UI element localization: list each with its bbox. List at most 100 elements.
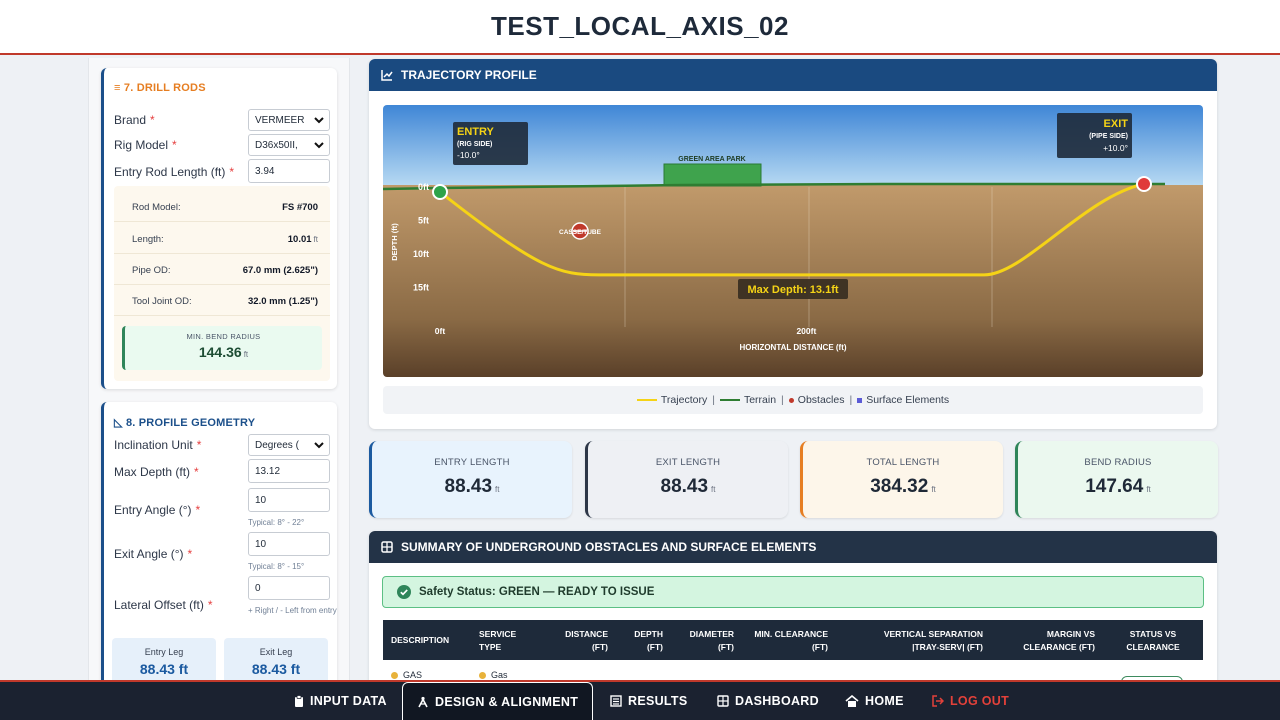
obstacle-label: CASSE/TUBE <box>559 229 602 236</box>
row-service-type: Gas <box>479 670 508 680</box>
entry-title: ENTRY <box>457 126 495 138</box>
drill-rods-card: ≡ 7. DRILL RODS Brand * VERMEER Rig Model… <box>101 68 337 389</box>
spec-row: Length: 10.01 ft <box>114 224 330 254</box>
entry-rod-length-label: Entry Rod Length (ft) * <box>114 165 235 179</box>
brand-select[interactable]: VERMEER <box>248 109 330 131</box>
col-vertical-separation: VERTICAL SEPARATION |TRAY-SERV| (FT) <box>883 629 983 652</box>
exit-angle-readout: +10.0° <box>1103 143 1128 153</box>
bend-radius-card: BEND RADIUS 147.64 ft <box>1015 441 1218 518</box>
obstacles-summary-card: SUMMARY OF UNDERGROUND OBSTACLES AND SUR… <box>369 531 1217 691</box>
legend-obstacles: Obstacles <box>788 394 844 406</box>
exit-angle-label: Exit Angle (°) * <box>114 547 193 561</box>
exit-leg-box: Exit Leg 88.43 ft <box>224 638 328 680</box>
entry-length-card: ENTRY LENGTH 88.43 ft <box>369 441 572 518</box>
list-icon: ≡ <box>114 82 121 94</box>
nav-logout[interactable]: LOG OUT <box>932 682 1009 720</box>
entry-subtitle: (RIG SIDE) <box>457 141 492 148</box>
ruler-icon: ◺ <box>114 417 123 429</box>
nav-dashboard[interactable]: DASHBOARD <box>717 682 819 720</box>
bottom-nav: INPUT DATA DESIGN & ALIGNMENT RESULTS DA… <box>0 680 1280 720</box>
chevron-down-icon <box>314 117 324 124</box>
safety-status-banner: Safety Status: GREEN — READY TO ISSUE <box>382 576 1204 608</box>
exit-angle-input[interactable]: 10 <box>248 532 330 556</box>
col-distance: DISTANCE (FT) <box>565 629 608 652</box>
drill-rods-title: ≡ 7. DRILL RODS <box>114 82 206 94</box>
x-axis-label: HORIZONTAL DISTANCE (ft) <box>739 343 846 352</box>
spec-row: Rod Model: FS #700 <box>114 192 330 222</box>
gas-dot-icon <box>479 671 486 679</box>
inclination-unit-label: Inclination Unit * <box>114 438 202 452</box>
surface-element-label: GREEN AREA PARK <box>678 156 745 163</box>
nav-home[interactable]: HOME <box>845 682 904 720</box>
y-tick-label: 15ft <box>413 283 429 293</box>
nav-input-data[interactable]: INPUT DATA <box>294 682 387 720</box>
col-diameter: DIAMETER (FT) <box>689 629 734 652</box>
entry-angle-hint: Typical: 8° - 22° <box>248 518 305 527</box>
surface-element-park <box>663 163 762 187</box>
entry-angle-input[interactable]: 10 <box>248 488 330 512</box>
rig-model-label: Rig Model * <box>114 138 177 152</box>
min-bend-radius-box: MIN. BEND RADIUS 144.36 ft <box>122 326 322 370</box>
legend-trajectory: Trajectory <box>636 394 707 406</box>
nav-results[interactable]: RESULTS <box>610 682 688 720</box>
col-depth: DEPTH (FT) <box>634 629 663 652</box>
trajectory-profile-card: TRAJECTORY PROFILE GREEN AREA PARK 0ft 5… <box>369 59 1217 429</box>
exit-point-marker[interactable] <box>1136 176 1152 192</box>
inclination-unit-select[interactable]: Degrees ( <box>248 434 330 456</box>
chevron-down-icon <box>314 142 324 149</box>
rig-model-select[interactable]: D36x50II, <box>248 134 330 156</box>
input-sidebar: ≡ 7. DRILL RODS Brand * VERMEER Rig Model… <box>88 58 350 680</box>
check-circle-icon <box>397 585 411 599</box>
trajectory-chart: GREEN AREA PARK 0ft 5ft 10ft 15ft 0ft 200ft … <box>383 105 1203 377</box>
spec-row: Tool Joint OD: 32.0 mm (1.25") <box>114 286 330 316</box>
max-depth-label: Max Depth (ft) * <box>114 465 199 479</box>
entry-rod-length-input[interactable]: 3.94 <box>248 159 330 183</box>
col-status: STATUS VS CLEARANCE <box>1126 629 1180 652</box>
legend-terrain: Terrain <box>719 394 776 406</box>
exit-subtitle: (PIPE SIDE) <box>1089 133 1128 140</box>
exit-length-card: EXIT LENGTH 88.43 ft <box>585 441 788 518</box>
chart-legend: Trajectory | Terrain | Obstacles | Surfa… <box>383 386 1203 414</box>
y-tick-label: 10ft <box>413 249 429 259</box>
y-axis-label: DEPTH (ft) <box>390 223 399 261</box>
dashboard-icon <box>717 695 729 707</box>
chevron-down-icon <box>314 442 324 449</box>
gas-dot-icon <box>391 671 398 679</box>
entry-leg-box: Entry Leg 88.43 ft <box>112 638 216 680</box>
y-tick-label: 0ft <box>418 182 429 192</box>
y-tick-label: 5ft <box>418 216 429 226</box>
col-description: DESCRIPTION <box>391 635 450 645</box>
max-depth-input[interactable]: 13.12 <box>248 459 330 483</box>
table-icon <box>381 541 393 553</box>
col-margin: MARGIN VS CLEARANCE (FT) <box>1023 629 1095 652</box>
x-tick-label: 0ft <box>435 326 446 336</box>
chart-line-icon <box>381 70 393 81</box>
nav-design-alignment[interactable]: DESIGN & ALIGNMENT <box>402 682 594 720</box>
lateral-offset-input[interactable]: 0 <box>248 576 330 600</box>
list-icon <box>610 695 622 707</box>
obstacles-table-header: DESCRIPTION SERVICE TYPE DISTANCE (FT) DEP… <box>383 620 1203 660</box>
entry-angle-label: Entry Angle (°) * <box>114 503 201 517</box>
page-header: TEST_LOCAL_AXIS_02 <box>0 0 1280 55</box>
lateral-offset-label: Lateral Offset (ft) * <box>114 598 213 612</box>
home-icon <box>845 695 859 707</box>
max-depth-label: Max Depth: 13.1ft <box>747 284 838 296</box>
exit-title: EXIT <box>1104 118 1129 130</box>
col-min-clearance: MIN. CLEARANCE (FT) <box>754 629 828 652</box>
legend-surface: Surface Elements <box>857 394 949 406</box>
trajectory-profile-header: TRAJECTORY PROFILE <box>369 59 1217 91</box>
clipboard-icon <box>295 695 303 707</box>
entry-point-marker[interactable] <box>432 184 448 200</box>
profile-geometry-title: ◺ 8. PROFILE GEOMETRY <box>114 417 256 429</box>
col-service-type: SERVICE TYPE <box>479 629 517 652</box>
lateral-offset-hint: + Right / - Left from entry <box>248 606 337 615</box>
trajectory-chart-svg: GREEN AREA PARK 0ft5ft10ft15ft 0ft 200ft … <box>383 105 1203 377</box>
entry-angle-readout: -10.0° <box>457 150 480 160</box>
exit-angle-hint: Typical: 8° - 15° <box>248 562 305 571</box>
logout-icon <box>932 695 944 707</box>
project-title: TEST_LOCAL_AXIS_02 <box>491 11 789 41</box>
total-length-card: TOTAL LENGTH 384.32 ft <box>800 441 1003 518</box>
profile-geometry-card: ◺ 8. PROFILE GEOMETRY Inclination Unit * … <box>101 402 337 680</box>
obstacles-summary-header: SUMMARY OF UNDERGROUND OBSTACLES AND SUR… <box>369 531 1217 563</box>
spec-row: Pipe OD: 67.0 mm (2.625") <box>114 255 330 285</box>
